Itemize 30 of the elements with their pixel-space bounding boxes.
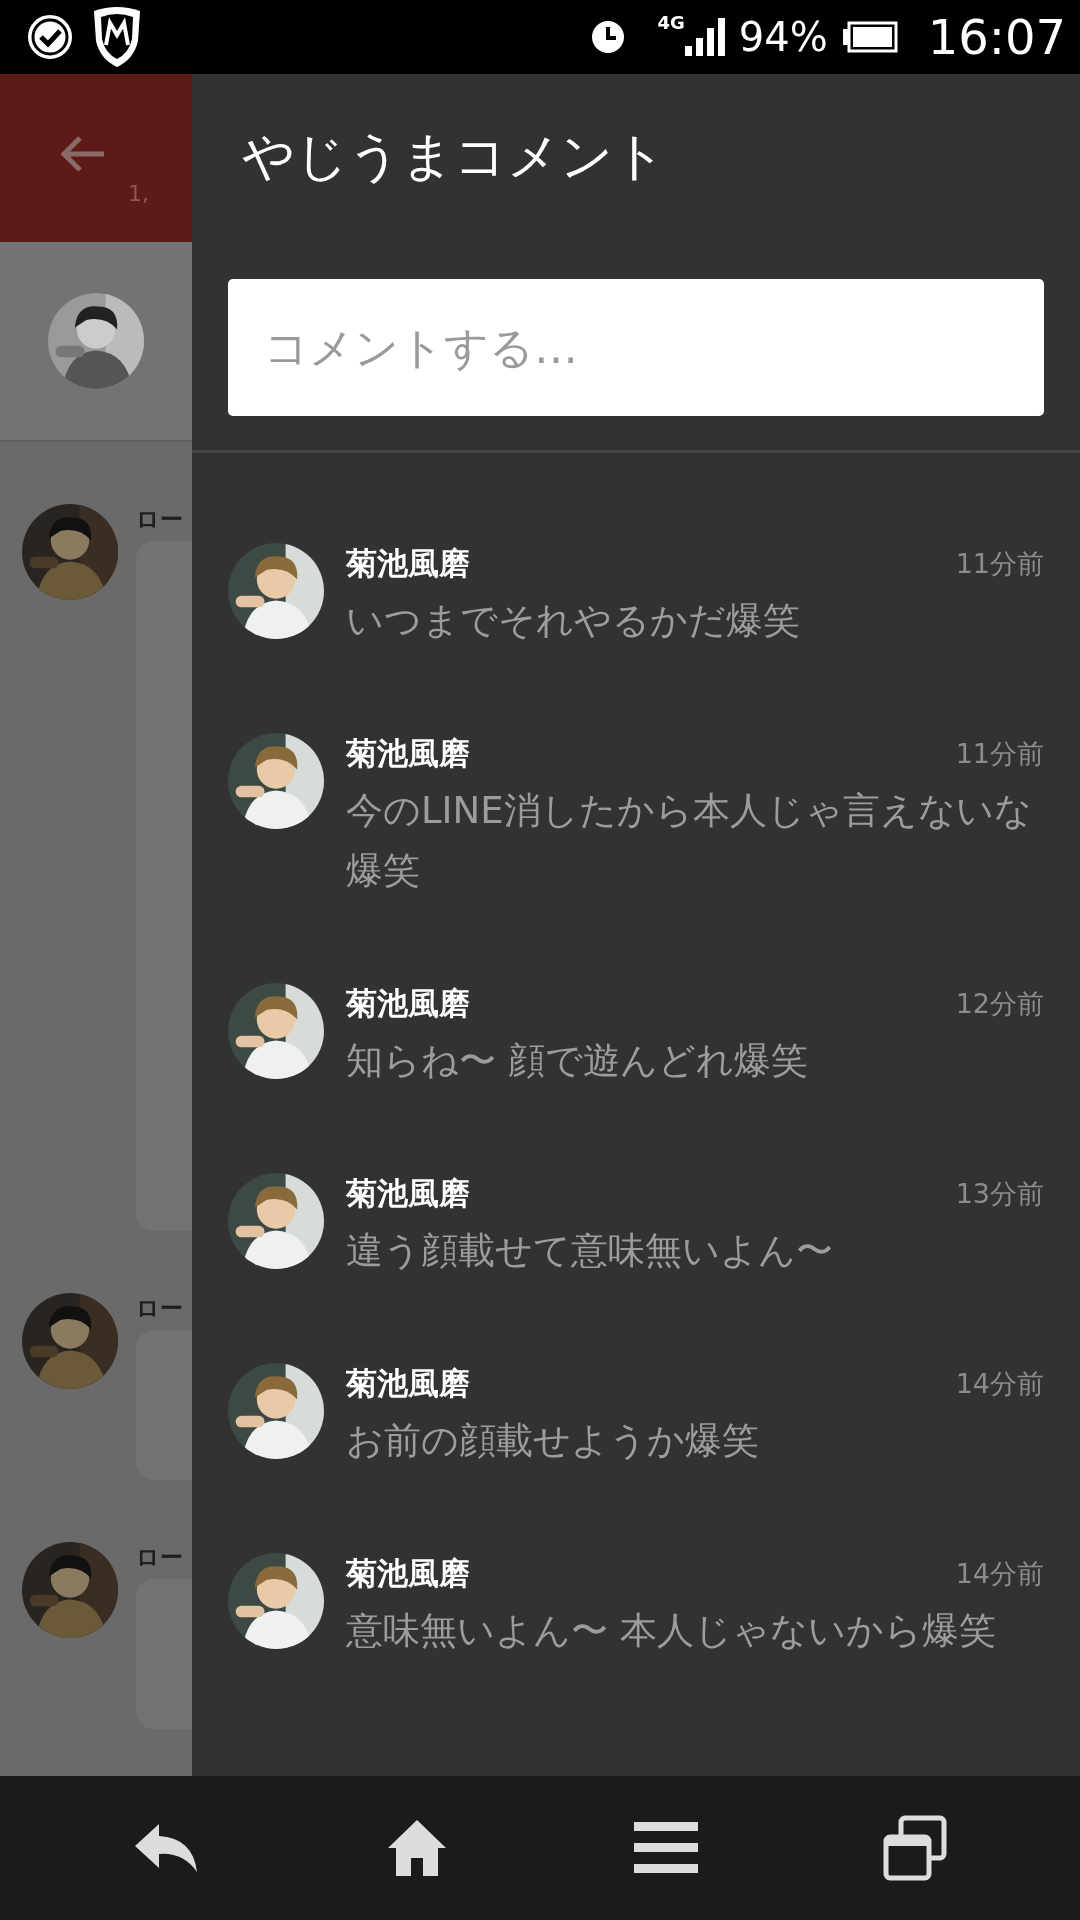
drawer-title: やじうまコメント (241, 125, 667, 188)
commenter-name: 菊池風磨 (346, 1364, 470, 1403)
comment-time: 14分前 (955, 1367, 1044, 1401)
author-name: ロー (136, 1543, 184, 1572)
comment-text: 意味無いよん〜 本人じゃないから爆笑 (346, 1608, 997, 1654)
comment-time: 13分前 (955, 1177, 1044, 1211)
comment-time: 11分前 (955, 737, 1044, 771)
signal-icon (684, 18, 725, 56)
comment-time: 12分前 (955, 987, 1044, 1021)
battery-icon (841, 21, 898, 53)
commenter-name: 菊池風磨 (346, 544, 470, 583)
author-name: ロー (136, 505, 184, 534)
commenter-name: 菊池風磨 (346, 734, 470, 773)
comment-text: 今のLINE消したから本人じゃ言えないな爆笑 (346, 788, 1033, 894)
battery-percent: 94% (738, 17, 828, 57)
clock-icon (591, 20, 626, 54)
comment-text: いつまでそれやるかだ爆笑 (346, 598, 801, 644)
header-subtitle: 1, (128, 180, 149, 206)
commenter-name: 菊池風磨 (346, 1174, 470, 1213)
comment-text: 知らね〜 顔で遊んどれ爆笑 (346, 1038, 809, 1084)
comment-input[interactable]: コメントする… (228, 279, 1044, 416)
author-name: ロー (136, 1294, 184, 1323)
clock-time: 16:07 (927, 13, 1066, 61)
comment-time: 14分前 (955, 1557, 1044, 1591)
network-type-label: 4G (657, 14, 685, 32)
comment-text: 違う顔載せて意味無いよん〜 (346, 1228, 834, 1274)
commenter-name: 菊池風磨 (346, 984, 470, 1023)
comment-time: 11分前 (955, 547, 1044, 581)
comment-text: お前の顔載せようか爆笑 (346, 1418, 760, 1464)
commenter-name: 菊池風磨 (346, 1554, 470, 1593)
